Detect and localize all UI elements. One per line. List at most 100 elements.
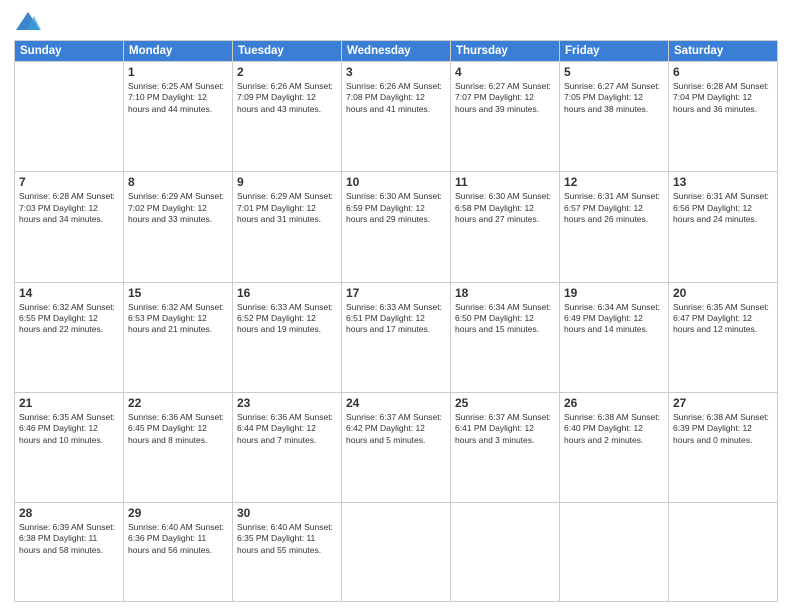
day-number: 13	[673, 175, 773, 189]
day-info: Sunrise: 6:37 AM Sunset: 6:42 PM Dayligh…	[346, 412, 446, 446]
day-info: Sunrise: 6:30 AM Sunset: 6:59 PM Dayligh…	[346, 191, 446, 225]
day-info: Sunrise: 6:38 AM Sunset: 6:40 PM Dayligh…	[564, 412, 664, 446]
calendar-cell: 23 Sunrise: 6:36 AM Sunset: 6:44 PM Dayli…	[233, 392, 342, 502]
calendar-cell: 8 Sunrise: 6:29 AM Sunset: 7:02 PM Daylig…	[124, 172, 233, 282]
day-number: 3	[346, 65, 446, 79]
calendar-cell: 3 Sunrise: 6:26 AM Sunset: 7:08 PM Daylig…	[342, 62, 451, 172]
calendar-cell: 1Sunrise: 6:25 AM Sunset: 7:10 PM Daylig…	[124, 62, 233, 172]
day-info: Sunrise: 6:27 AM Sunset: 7:07 PM Dayligh…	[455, 81, 555, 115]
day-number: 22	[128, 396, 228, 410]
calendar-cell: 9 Sunrise: 6:29 AM Sunset: 7:01 PM Daylig…	[233, 172, 342, 282]
weekday-header-friday: Friday	[560, 41, 669, 62]
calendar-cell	[15, 62, 124, 172]
day-number: 10	[346, 175, 446, 189]
day-number: 12	[564, 175, 664, 189]
day-info: Sunrise: 6:31 AM Sunset: 6:57 PM Dayligh…	[564, 191, 664, 225]
calendar-cell	[560, 503, 669, 602]
calendar-cell	[342, 503, 451, 602]
logo-icon	[14, 10, 42, 32]
week-row-1: 1Sunrise: 6:25 AM Sunset: 7:10 PM Daylig…	[15, 62, 778, 172]
day-info: Sunrise: 6:39 AM Sunset: 6:38 PM Dayligh…	[19, 522, 119, 556]
day-info: Sunrise: 6:30 AM Sunset: 6:58 PM Dayligh…	[455, 191, 555, 225]
calendar-cell: 10 Sunrise: 6:30 AM Sunset: 6:59 PM Dayli…	[342, 172, 451, 282]
week-row-2: 7 Sunrise: 6:28 AM Sunset: 7:03 PM Daylig…	[15, 172, 778, 282]
day-number: 9	[237, 175, 337, 189]
calendar-cell	[451, 503, 560, 602]
week-row-3: 14Sunrise: 6:32 AM Sunset: 6:55 PM Dayli…	[15, 282, 778, 392]
day-info: Sunrise: 6:32 AM Sunset: 6:53 PM Dayligh…	[128, 302, 228, 336]
calendar-cell: 7 Sunrise: 6:28 AM Sunset: 7:03 PM Daylig…	[15, 172, 124, 282]
calendar-cell	[669, 503, 778, 602]
calendar-cell: 25Sunrise: 6:37 AM Sunset: 6:41 PM Dayli…	[451, 392, 560, 502]
day-number: 7	[19, 175, 119, 189]
day-number: 8	[128, 175, 228, 189]
calendar-cell: 29 Sunrise: 6:40 AM Sunset: 6:36 PM Dayli…	[124, 503, 233, 602]
day-number: 23	[237, 396, 337, 410]
day-number: 17	[346, 286, 446, 300]
calendar-cell: 30 Sunrise: 6:40 AM Sunset: 6:35 PM Dayli…	[233, 503, 342, 602]
day-number: 26	[564, 396, 664, 410]
week-row-4: 21Sunrise: 6:35 AM Sunset: 6:46 PM Dayli…	[15, 392, 778, 502]
calendar-cell: 24Sunrise: 6:37 AM Sunset: 6:42 PM Dayli…	[342, 392, 451, 502]
calendar-cell: 28 Sunrise: 6:39 AM Sunset: 6:38 PM Dayli…	[15, 503, 124, 602]
calendar-cell: 18 Sunrise: 6:34 AM Sunset: 6:50 PM Dayli…	[451, 282, 560, 392]
day-info: Sunrise: 6:40 AM Sunset: 6:36 PM Dayligh…	[128, 522, 228, 556]
day-number: 25	[455, 396, 555, 410]
calendar-cell: 20 Sunrise: 6:35 AM Sunset: 6:47 PM Dayli…	[669, 282, 778, 392]
weekday-header-wednesday: Wednesday	[342, 41, 451, 62]
calendar-cell: 15 Sunrise: 6:32 AM Sunset: 6:53 PM Dayli…	[124, 282, 233, 392]
calendar-cell: 12 Sunrise: 6:31 AM Sunset: 6:57 PM Dayli…	[560, 172, 669, 282]
day-number: 16	[237, 286, 337, 300]
day-info: Sunrise: 6:29 AM Sunset: 7:01 PM Dayligh…	[237, 191, 337, 225]
day-info: Sunrise: 6:33 AM Sunset: 6:52 PM Dayligh…	[237, 302, 337, 336]
day-info: Sunrise: 6:26 AM Sunset: 7:09 PM Dayligh…	[237, 81, 337, 115]
day-number: 1	[128, 65, 228, 79]
day-info: Sunrise: 6:31 AM Sunset: 6:56 PM Dayligh…	[673, 191, 773, 225]
weekday-header-sunday: Sunday	[15, 41, 124, 62]
day-number: 18	[455, 286, 555, 300]
calendar-cell: 13 Sunrise: 6:31 AM Sunset: 6:56 PM Dayli…	[669, 172, 778, 282]
day-number: 27	[673, 396, 773, 410]
calendar-cell: 22 Sunrise: 6:36 AM Sunset: 6:45 PM Dayli…	[124, 392, 233, 502]
day-number: 6	[673, 65, 773, 79]
calendar-cell: 17 Sunrise: 6:33 AM Sunset: 6:51 PM Dayli…	[342, 282, 451, 392]
weekday-header-monday: Monday	[124, 41, 233, 62]
calendar-cell: 2 Sunrise: 6:26 AM Sunset: 7:09 PM Daylig…	[233, 62, 342, 172]
weekday-header-tuesday: Tuesday	[233, 41, 342, 62]
day-number: 15	[128, 286, 228, 300]
day-number: 5	[564, 65, 664, 79]
day-info: Sunrise: 6:40 AM Sunset: 6:35 PM Dayligh…	[237, 522, 337, 556]
day-info: Sunrise: 6:27 AM Sunset: 7:05 PM Dayligh…	[564, 81, 664, 115]
calendar-cell: 11 Sunrise: 6:30 AM Sunset: 6:58 PM Dayli…	[451, 172, 560, 282]
calendar-cell: 21Sunrise: 6:35 AM Sunset: 6:46 PM Dayli…	[15, 392, 124, 502]
day-info: Sunrise: 6:34 AM Sunset: 6:50 PM Dayligh…	[455, 302, 555, 336]
calendar-cell: 6Sunrise: 6:28 AM Sunset: 7:04 PM Daylig…	[669, 62, 778, 172]
day-info: Sunrise: 6:26 AM Sunset: 7:08 PM Dayligh…	[346, 81, 446, 115]
day-info: Sunrise: 6:33 AM Sunset: 6:51 PM Dayligh…	[346, 302, 446, 336]
day-number: 29	[128, 506, 228, 520]
day-number: 30	[237, 506, 337, 520]
day-info: Sunrise: 6:36 AM Sunset: 6:44 PM Dayligh…	[237, 412, 337, 446]
calendar-cell: 5 Sunrise: 6:27 AM Sunset: 7:05 PM Daylig…	[560, 62, 669, 172]
day-info: Sunrise: 6:36 AM Sunset: 6:45 PM Dayligh…	[128, 412, 228, 446]
calendar-cell: 16 Sunrise: 6:33 AM Sunset: 6:52 PM Dayli…	[233, 282, 342, 392]
day-number: 28	[19, 506, 119, 520]
day-info: Sunrise: 6:28 AM Sunset: 7:03 PM Dayligh…	[19, 191, 119, 225]
day-info: Sunrise: 6:34 AM Sunset: 6:49 PM Dayligh…	[564, 302, 664, 336]
logo	[14, 10, 46, 32]
day-number: 14	[19, 286, 119, 300]
day-info: Sunrise: 6:38 AM Sunset: 6:39 PM Dayligh…	[673, 412, 773, 446]
day-number: 4	[455, 65, 555, 79]
calendar-cell: 4 Sunrise: 6:27 AM Sunset: 7:07 PM Daylig…	[451, 62, 560, 172]
week-row-5: 28 Sunrise: 6:39 AM Sunset: 6:38 PM Dayli…	[15, 503, 778, 602]
day-number: 2	[237, 65, 337, 79]
day-number: 20	[673, 286, 773, 300]
calendar-cell: 14Sunrise: 6:32 AM Sunset: 6:55 PM Dayli…	[15, 282, 124, 392]
day-number: 11	[455, 175, 555, 189]
calendar-cell: 27 Sunrise: 6:38 AM Sunset: 6:39 PM Dayli…	[669, 392, 778, 502]
weekday-header-thursday: Thursday	[451, 41, 560, 62]
day-info: Sunrise: 6:29 AM Sunset: 7:02 PM Dayligh…	[128, 191, 228, 225]
day-info: Sunrise: 6:35 AM Sunset: 6:47 PM Dayligh…	[673, 302, 773, 336]
calendar-cell: 26 Sunrise: 6:38 AM Sunset: 6:40 PM Dayli…	[560, 392, 669, 502]
weekday-header-row: SundayMondayTuesdayWednesdayThursdayFrid…	[15, 41, 778, 62]
